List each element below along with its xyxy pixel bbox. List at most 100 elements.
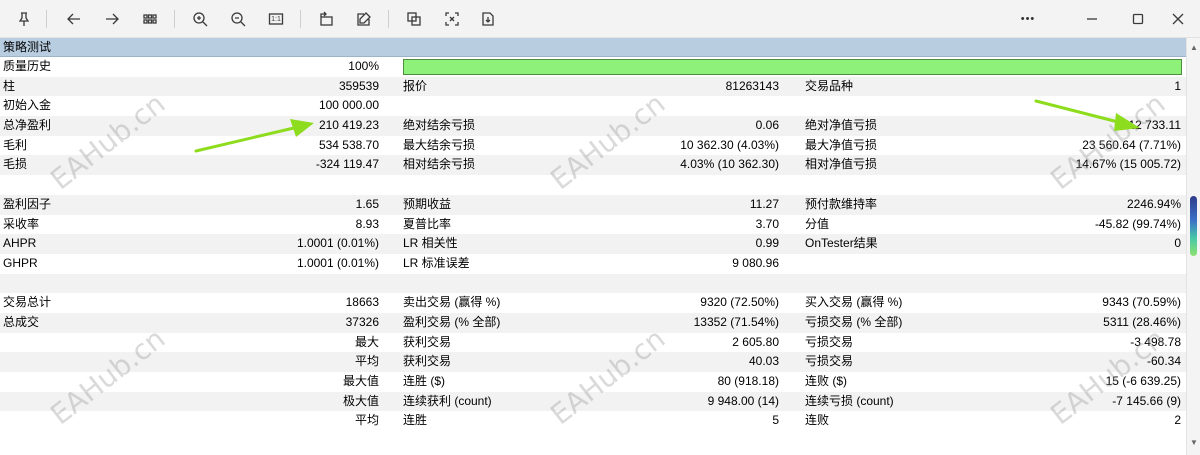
image-viewer-toolbar: 1:1 ••• — [0, 0, 1200, 38]
label-col1: 毛利 — [3, 137, 28, 152]
label-col3: 亏损交易 (% 全部) — [805, 314, 903, 329]
label-col2: 报价 — [403, 78, 428, 93]
zoom-in-icon[interactable] — [188, 7, 212, 31]
zoom-out-icon[interactable] — [226, 7, 250, 31]
value-col3: 2 — [1174, 413, 1181, 428]
label-col2: 绝对结余亏损 — [403, 118, 476, 133]
label-col1: 总成交 — [3, 314, 40, 329]
report-row: 交易总计 18663 卖出交易 (赢得 %) 9320 (72.50%) 买入交易 (赢… — [0, 293, 1186, 313]
report-row — [0, 175, 1186, 195]
report-row: 最大值 连胜 ($) 80 (918.18) 连败 ($) 15 (-6 639.25) — [0, 372, 1186, 392]
value-col3: 14.67% (15 005.72) — [1075, 157, 1181, 172]
pin-icon[interactable] — [12, 7, 36, 31]
report-row: AHPR 1.0001 (0.01%) LR 相关性 0.99 OnTester结果 0 — [0, 234, 1186, 254]
grid-icon[interactable] — [138, 7, 162, 31]
toolbar-separator — [46, 10, 47, 28]
value-col2: 13352 (71.54%) — [693, 314, 779, 329]
minimize-icon[interactable] — [1080, 7, 1104, 31]
report-row: 采收率 8.93 夏普比率 3.70 分值 -45.82 (99.74%) — [0, 215, 1186, 235]
label-col2: 连续获利 (count) — [403, 393, 492, 408]
fit-label: 1:1 — [271, 15, 281, 23]
rotate-icon[interactable] — [314, 7, 338, 31]
maximize-icon[interactable] — [1126, 7, 1150, 31]
value-col1: 平均 — [354, 354, 379, 369]
label-col2: 夏普比率 — [403, 216, 452, 231]
close-icon[interactable] — [1166, 7, 1190, 31]
value-col1: 18663 — [345, 295, 379, 310]
value-col3: 23 560.64 (7.71%) — [1082, 137, 1181, 152]
label-col2: 连胜 ($) — [403, 374, 446, 388]
label-col2: 盈利交易 (% 全部) — [403, 314, 501, 329]
crop-icon[interactable] — [402, 7, 426, 31]
value-col3: 0 — [1174, 236, 1181, 251]
value-col2: 11.27 — [749, 196, 779, 211]
scroll-thumb[interactable] — [1190, 196, 1197, 256]
label-col2: 相对结余亏损 — [403, 157, 476, 172]
label-col3: 绝对净值亏损 — [805, 118, 878, 133]
value-col1: 1.0001 (0.01%) — [296, 255, 379, 270]
value-col2: 40.03 — [748, 354, 779, 369]
label-col1: GHPR — [3, 255, 38, 270]
strategy-report: 质量历史 100% 柱 359539 报价 81263143 交易品种 1 初始入金 100 … — [0, 57, 1186, 431]
edit-icon[interactable] — [352, 7, 376, 31]
value-col3: -60.34 — [1146, 354, 1181, 369]
value-col2: 10 362.30 (4.03%) — [680, 137, 779, 152]
value-col2: 3.70 — [755, 216, 779, 231]
scroll-up-icon[interactable]: ▲ — [1189, 43, 1199, 53]
report-row: 初始入金 100 000.00 — [0, 96, 1186, 116]
label-col2: 获利交易 — [403, 354, 452, 369]
label-col3: 交易品种 — [805, 78, 854, 93]
quality-value: 100% — [348, 59, 379, 73]
quality-row: 质量历史 100% — [0, 57, 1186, 77]
label-col1: 交易总计 — [3, 295, 52, 310]
value-col2: 0.99 — [755, 236, 779, 251]
toolbar-separator — [300, 10, 301, 28]
report-row — [0, 273, 1186, 294]
value-col1: -324 119.47 — [315, 157, 379, 172]
fit-icon[interactable]: 1:1 — [264, 7, 288, 31]
label-col3: 连败 ($) — [805, 374, 848, 388]
label-col3: 分值 — [805, 216, 830, 231]
value-col2: 80 (918.18) — [717, 374, 779, 388]
value-col3: -3 498.78 — [1130, 334, 1181, 349]
value-col3: -7 145.66 (9) — [1112, 393, 1181, 408]
label-col3: 预付款维持率 — [805, 196, 878, 211]
toolbar-separator — [388, 10, 389, 28]
report-row: 柱 359539 报价 81263143 交易品种 1 — [0, 76, 1186, 97]
panel-title: 策略测试 — [0, 38, 1186, 57]
value-col1: 最大 — [354, 334, 379, 349]
label-col3: 亏损交易 — [805, 334, 854, 349]
report-row: GHPR 1.0001 (0.01%) LR 标准误差 9 080.96 — [0, 254, 1186, 274]
report-row: 盈利因子 1.65 预期收益 11.27 预付款维持率 2246.94% — [0, 194, 1186, 215]
back-icon[interactable] — [62, 7, 86, 31]
value-col2: 0.06 — [755, 118, 779, 133]
save-icon[interactable] — [476, 7, 500, 31]
value-col1: 37326 — [345, 314, 379, 329]
report-row: 毛损 -324 119.47 相对结余亏损 4.03% (10 362.30) 相对净值… — [0, 155, 1186, 176]
value-col1: 1.0001 (0.01%) — [296, 236, 379, 251]
value-col1: 534 538.70 — [318, 137, 379, 152]
value-col3: 5311 (28.46%) — [1103, 314, 1181, 329]
label-col1: 采收率 — [3, 216, 40, 231]
quality-progress-bar — [403, 59, 1182, 75]
screenshot-icon[interactable] — [440, 7, 464, 31]
scroll-down-icon[interactable]: ▼ — [1189, 438, 1199, 448]
label-col2: 获利交易 — [403, 334, 452, 349]
value-col1: 最大值 — [342, 374, 379, 388]
value-col2: 9 080.96 — [732, 255, 779, 270]
label-col2: 连胜 — [403, 413, 428, 428]
report-row: 平均 连胜 5 连败 2 — [0, 411, 1186, 431]
quality-label: 质量历史 — [3, 59, 52, 73]
label-col3: 相对净值亏损 — [805, 157, 878, 172]
forward-icon[interactable] — [100, 7, 124, 31]
label-col2: LR 标准误差 — [403, 255, 470, 270]
value-col3: -45.82 (99.74%) — [1094, 216, 1181, 231]
more-icon[interactable]: ••• — [1016, 7, 1040, 31]
label-col2: 最大结余亏损 — [403, 137, 476, 152]
value-col1: 210 419.23 — [318, 118, 379, 133]
report-row: 总净盈利 210 419.23 绝对结余亏损 0.06 绝对净值亏损 12 733.11 — [0, 116, 1186, 136]
value-col2: 9320 (72.50%) — [700, 295, 779, 310]
value-col2: 4.03% (10 362.30) — [680, 157, 779, 172]
vertical-scrollbar[interactable]: ▲ ▼ — [1186, 38, 1200, 455]
report-row: 极大值 连续获利 (count) 9 948.00 (14) 连续亏损 (count)… — [0, 391, 1186, 412]
